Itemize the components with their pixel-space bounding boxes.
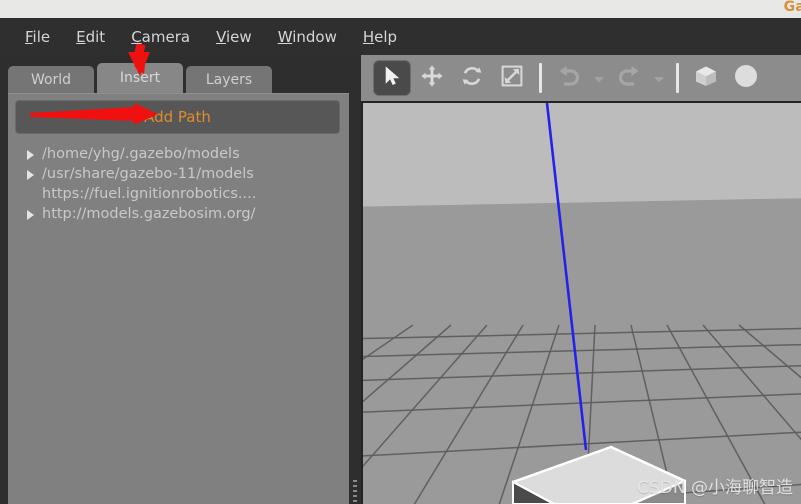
insert-sphere-button[interactable] <box>727 60 765 96</box>
cursor-arrow-icon <box>381 65 403 91</box>
menu-edit-rest: dit <box>85 27 106 46</box>
menu-window[interactable]: Window <box>265 25 350 49</box>
tree-item-fuel-ignitionrobotics[interactable]: https://fuel.ignitionrobotics.... <box>26 184 346 204</box>
menu-camera-mnemonic: C <box>131 27 142 46</box>
menu-bar: File Edit Camera View Window Help <box>0 18 801 55</box>
tree-item-usr-share-gazebo-models[interactable]: /usr/share/gazebo-11/models <box>26 164 346 184</box>
tab-world[interactable]: World <box>8 66 94 93</box>
menu-window-mnemonic: W <box>277 27 293 46</box>
expand-triangle-icon[interactable] <box>26 148 36 160</box>
main-toolbar <box>361 55 801 103</box>
tree-item-label: /usr/share/gazebo-11/models <box>42 166 254 182</box>
render-area: CSDN @小海聊智造 <box>361 55 801 504</box>
3d-viewport[interactable]: CSDN @小海聊智造 <box>361 103 801 504</box>
window-title: Ga <box>783 0 801 15</box>
menu-view[interactable]: View <box>203 25 265 49</box>
csdn-watermark: CSDN @小海聊智造 <box>637 478 793 498</box>
undo-button[interactable] <box>550 60 588 96</box>
tree-item-label: http://models.gazebosim.org/ <box>42 206 256 222</box>
toolbar-separator-1 <box>539 63 542 93</box>
menu-window-rest: indow <box>292 27 337 46</box>
menu-help-mnemonic: H <box>362 27 375 46</box>
panel-tab-bar: World Insert Layers <box>8 63 349 93</box>
expand-triangle-icon[interactable] <box>26 168 36 180</box>
toolbar-separator-2 <box>676 63 679 93</box>
menu-file[interactable]: File <box>12 25 63 49</box>
scale-tool-button[interactable] <box>493 60 531 96</box>
menu-file-rest: ile <box>32 27 51 46</box>
menu-view-rest: iew <box>226 27 252 46</box>
menu-edit-mnemonic: E <box>76 27 86 46</box>
sphere-icon <box>732 63 760 93</box>
scale-icon <box>500 64 524 92</box>
move-arrows-icon <box>420 64 444 92</box>
menu-edit[interactable]: Edit <box>63 25 118 49</box>
tab-insert-label: Insert <box>119 70 161 86</box>
add-path-label: Add Path <box>144 108 211 126</box>
rotate-icon <box>460 64 484 92</box>
expand-triangle-placeholder <box>26 188 36 200</box>
redo-arrow-icon <box>616 64 642 92</box>
translate-tool-button[interactable] <box>413 60 451 96</box>
redo-dropdown-button[interactable] <box>650 60 668 96</box>
menu-camera[interactable]: Camera <box>118 25 203 49</box>
splitter-grip-icon <box>353 480 357 504</box>
select-tool-button[interactable] <box>373 60 411 96</box>
ground-plane <box>363 197 801 504</box>
chevron-down-icon <box>593 69 605 88</box>
add-path-button[interactable]: Add Path <box>15 100 340 134</box>
window-title-bar: Ga <box>0 0 801 18</box>
tree-item-models-gazebosim[interactable]: http://models.gazebosim.org/ <box>26 204 346 224</box>
left-panel: World Insert Layers Add Path /home/yhg/.… <box>0 55 349 504</box>
tree-item-label: /home/yhg/.gazebo/models <box>42 146 240 162</box>
tab-insert[interactable]: Insert <box>97 63 183 93</box>
menu-help-rest: elp <box>374 27 398 46</box>
chevron-down-icon <box>653 69 665 88</box>
menu-view-mnemonic: V <box>216 27 227 46</box>
undo-arrow-icon <box>556 64 582 92</box>
tab-world-label: World <box>30 71 72 88</box>
tree-item-home-gazebo-models[interactable]: /home/yhg/.gazebo/models <box>26 144 346 164</box>
redo-button[interactable] <box>610 60 648 96</box>
menu-help[interactable]: Help <box>350 25 410 49</box>
model-path-tree: /home/yhg/.gazebo/models /usr/share/gaze… <box>26 144 346 224</box>
rotate-tool-button[interactable] <box>453 60 491 96</box>
tab-layers[interactable]: Layers <box>186 66 272 93</box>
panel-splitter[interactable] <box>349 55 361 504</box>
menu-camera-rest: amera <box>141 27 191 46</box>
undo-dropdown-button[interactable] <box>590 60 608 96</box>
menu-file-mnemonic: F <box>25 27 33 46</box>
box-icon <box>692 63 720 93</box>
tree-item-label: https://fuel.ignitionrobotics.... <box>42 186 257 202</box>
tab-layers-label: Layers <box>205 71 253 88</box>
gazebo-window: Ga File Edit Camera View Window Help Wor… <box>0 0 801 504</box>
insert-box-button[interactable] <box>687 60 725 96</box>
insert-panel-body: Add Path /home/yhg/.gazebo/models /usr/s… <box>8 93 349 504</box>
expand-triangle-icon[interactable] <box>26 208 36 220</box>
sky-background <box>363 103 801 213</box>
